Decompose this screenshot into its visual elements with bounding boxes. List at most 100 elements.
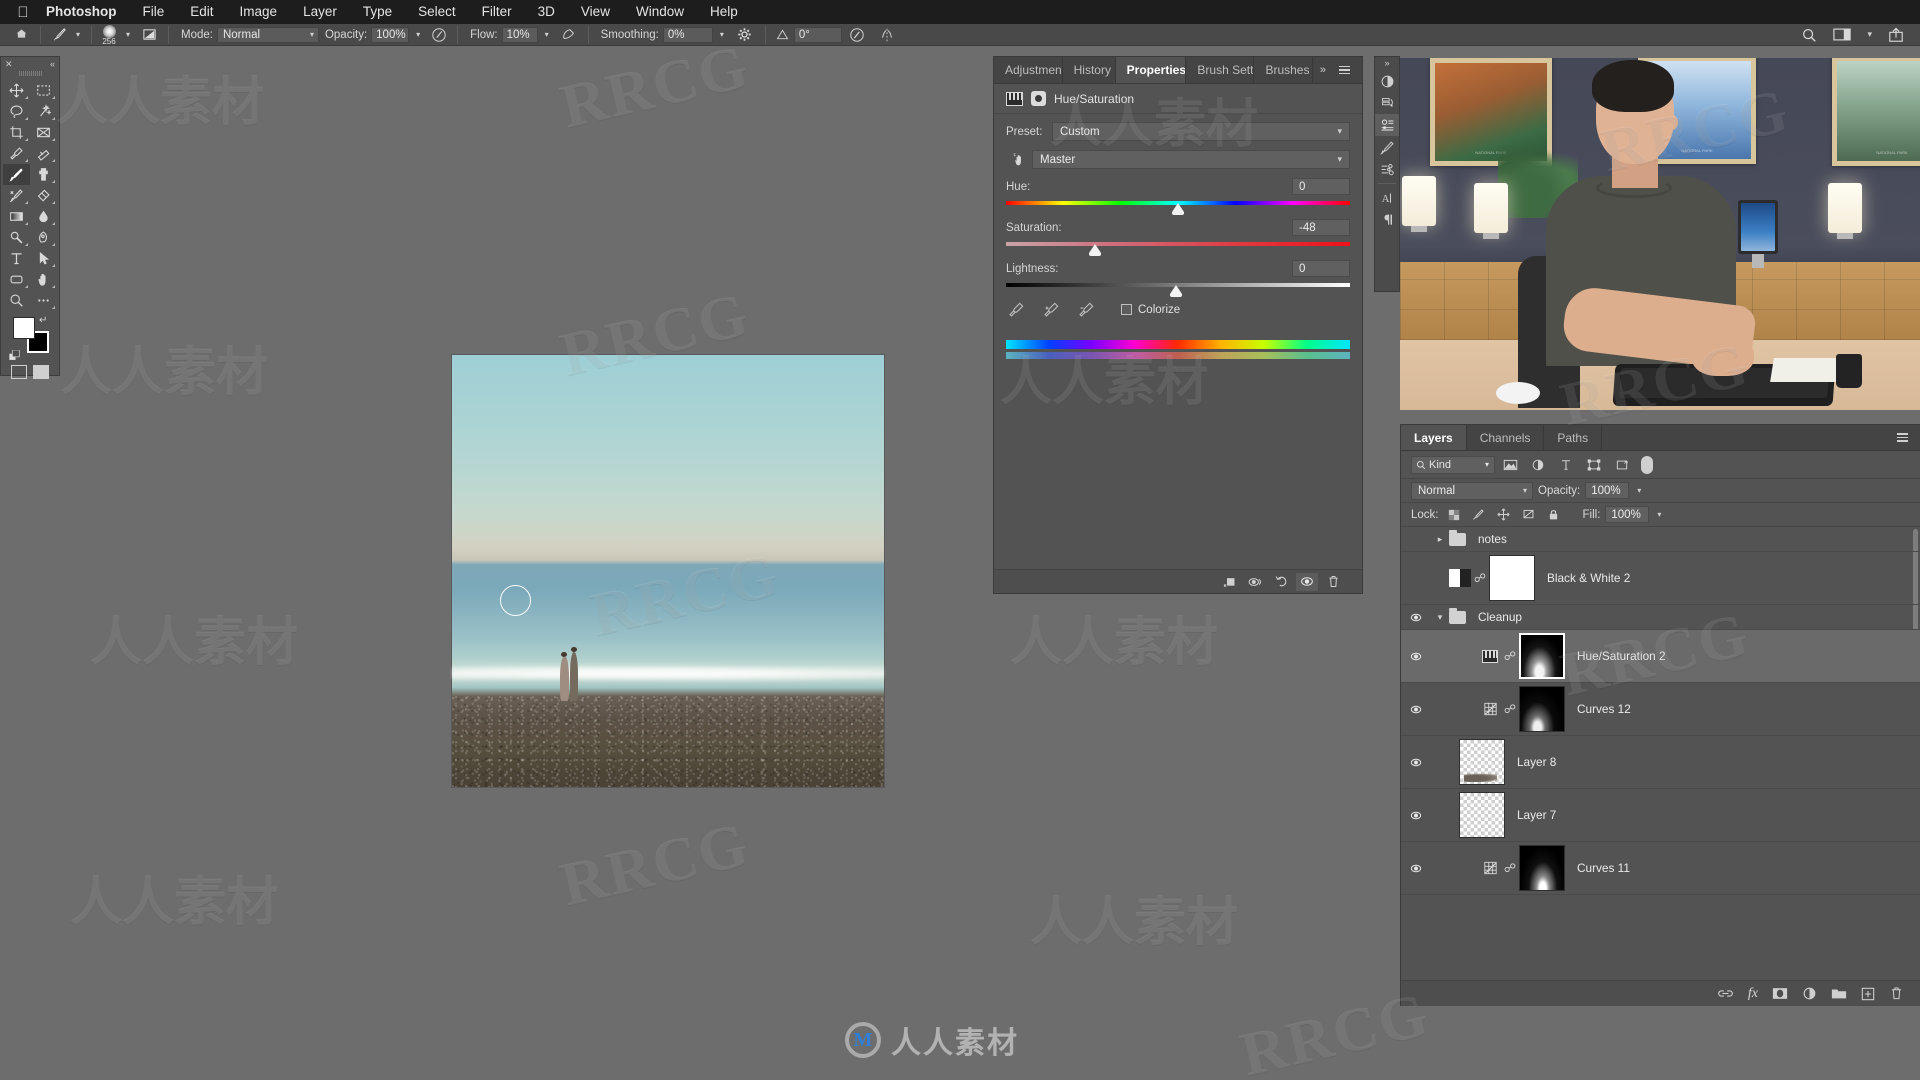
tab-layers[interactable]: Layers (1401, 425, 1467, 450)
type-tool[interactable] (3, 248, 30, 269)
flow-input[interactable]: 10% (501, 26, 538, 43)
layer-thumbnail[interactable] (1459, 739, 1505, 785)
airbrush-icon[interactable] (556, 27, 582, 43)
layer-thumbnail[interactable] (1459, 792, 1505, 838)
brush-tool[interactable] (3, 164, 30, 185)
clone-stamp-tool[interactable] (30, 164, 57, 185)
edit-toolbar-tool[interactable] (30, 290, 57, 311)
blend-mode-select[interactable]: Normal ▾ (216, 26, 319, 43)
lock-artboard-icon[interactable] (1519, 506, 1539, 524)
table-row[interactable]: ▾ Cleanup (1401, 605, 1920, 630)
reset-icon[interactable] (1270, 573, 1292, 591)
link-mask-icon[interactable]: ☍ (1501, 649, 1519, 663)
delete-layer-icon[interactable] (1889, 985, 1904, 1003)
collapse-icon[interactable]: « (50, 59, 55, 69)
chevron-double-right-icon[interactable]: » (1384, 57, 1389, 70)
menu-item-type[interactable]: Type (350, 0, 405, 24)
gear-icon[interactable] (731, 27, 759, 42)
table-row[interactable]: Layer 7 (1401, 789, 1920, 842)
layer-mask-thumbnail[interactable] (1519, 633, 1565, 679)
fill-chevron-icon[interactable]: ▾ (1654, 510, 1664, 519)
layer-visibility-toggle[interactable] (1401, 757, 1431, 768)
menu-item-image[interactable]: Image (227, 0, 291, 24)
menu-item-3d[interactable]: 3D (525, 0, 568, 24)
clip-to-layer-icon[interactable] (1218, 573, 1240, 591)
brushes-icon[interactable] (1375, 158, 1399, 180)
adjustment-filter-icon[interactable] (1525, 455, 1551, 475)
lock-image-icon[interactable] (1469, 506, 1489, 524)
foreground-color-swatch[interactable] (13, 317, 35, 339)
menu-item-file[interactable]: File (130, 0, 178, 24)
lightness-slider-thumb[interactable] (1170, 285, 1183, 297)
default-colors-icon[interactable] (8, 349, 21, 367)
adjustments-icon[interactable] (1375, 70, 1399, 92)
zoom-tool[interactable] (3, 290, 30, 311)
lock-transparency-icon[interactable] (1444, 506, 1464, 524)
chevron-down-icon[interactable]: ▾ (1431, 612, 1449, 623)
panel-menu-icon[interactable] (1333, 65, 1356, 75)
menu-item-window[interactable]: Window (623, 0, 697, 24)
path-selection-tool[interactable] (30, 248, 57, 269)
blur-tool[interactable] (30, 206, 57, 227)
apple-logo-icon[interactable]:  (10, 5, 36, 20)
chevron-right-icon[interactable]: ▸ (1431, 534, 1449, 545)
close-icon[interactable]: ✕ (5, 59, 13, 70)
link-mask-icon[interactable]: ☍ (1471, 571, 1489, 585)
menu-item-photoshop[interactable]: Photoshop (36, 0, 130, 24)
table-row[interactable]: ☍ Black & White 2 (1401, 552, 1920, 605)
smoothing-input[interactable]: 0% (662, 26, 713, 43)
hand-tool[interactable] (30, 269, 57, 290)
tab-properties[interactable]: Properties (1115, 57, 1187, 83)
smart-object-filter-icon[interactable] (1609, 455, 1635, 475)
toggle-visibility-icon[interactable] (1244, 573, 1266, 591)
frame-tool[interactable] (30, 122, 57, 143)
layer-visibility-toggle[interactable] (1401, 704, 1431, 715)
angle-input[interactable]: 0° (793, 26, 842, 43)
filter-kind-select[interactable]: Kind ▾ (1411, 455, 1495, 474)
flow-chevron-icon[interactable]: ▾ (538, 30, 556, 39)
layer-mask-thumbnail[interactable] (1519, 845, 1565, 891)
chevron-down-icon[interactable]: ▾ (1867, 29, 1872, 40)
lightness-value-input[interactable]: 0 (1292, 260, 1350, 277)
opacity-input[interactable]: 100% (371, 26, 410, 43)
brush-size-chevron-icon[interactable]: ▾ (120, 30, 136, 39)
symmetry-icon[interactable] (872, 27, 902, 43)
opacity-chevron-icon[interactable]: ▾ (409, 30, 427, 39)
saturation-value-input[interactable]: -48 (1292, 219, 1350, 236)
tab-channels[interactable]: Channels (1467, 425, 1545, 450)
shape-filter-icon[interactable] (1581, 455, 1607, 475)
delete-icon[interactable] (1322, 573, 1344, 591)
history-icon[interactable] (1375, 92, 1399, 114)
eyedropper-plus-icon[interactable] (1043, 301, 1060, 318)
menu-item-filter[interactable]: Filter (469, 0, 525, 24)
brush-settings-icon[interactable] (136, 27, 162, 42)
layer-visibility-toggle[interactable] (1401, 651, 1431, 662)
smoothing-chevron-icon[interactable]: ▾ (713, 30, 731, 39)
targeted-adjustment-icon[interactable] (1006, 152, 1032, 167)
menu-item-view[interactable]: View (568, 0, 623, 24)
table-row[interactable]: ☍ Curves 12 (1401, 683, 1920, 736)
swap-colors-icon[interactable]: ↵ (39, 315, 47, 326)
layer-blend-mode-select[interactable]: Normal ▾ (1411, 481, 1533, 500)
eyedropper-tool[interactable] (3, 143, 30, 164)
layer-mask-thumbnail[interactable] (1489, 555, 1535, 601)
magic-wand-tool[interactable] (30, 101, 57, 122)
layer-visibility-toggle[interactable] (1401, 612, 1431, 623)
menu-item-edit[interactable]: Edit (177, 0, 226, 24)
pen-tool[interactable] (30, 227, 57, 248)
channel-select[interactable]: Master ▾ (1032, 150, 1350, 169)
layer-style-fx-icon[interactable]: fx (1748, 985, 1758, 1003)
paragraph-icon[interactable] (1375, 209, 1399, 231)
lock-position-icon[interactable] (1494, 506, 1514, 524)
layer-mask-thumbnail[interactable] (1519, 686, 1565, 732)
tools-panel-grip[interactable] (1, 71, 59, 78)
healing-brush-tool[interactable] (30, 143, 57, 164)
home-icon[interactable] (8, 27, 34, 43)
preview-eye-icon[interactable] (1296, 572, 1318, 591)
layer-opacity-input[interactable]: 100% (1585, 482, 1630, 499)
layer-list[interactable]: ▸ notes ☍ Black & White 2 ▾ Cleanup ☍ Hu… (1401, 527, 1920, 980)
brush-settings-icon[interactable] (1375, 136, 1399, 158)
table-row[interactable]: ☍ Hue/Saturation 2 (1401, 630, 1920, 683)
type-filter-icon[interactable] (1553, 455, 1579, 475)
pixel-filter-icon[interactable] (1497, 455, 1523, 475)
